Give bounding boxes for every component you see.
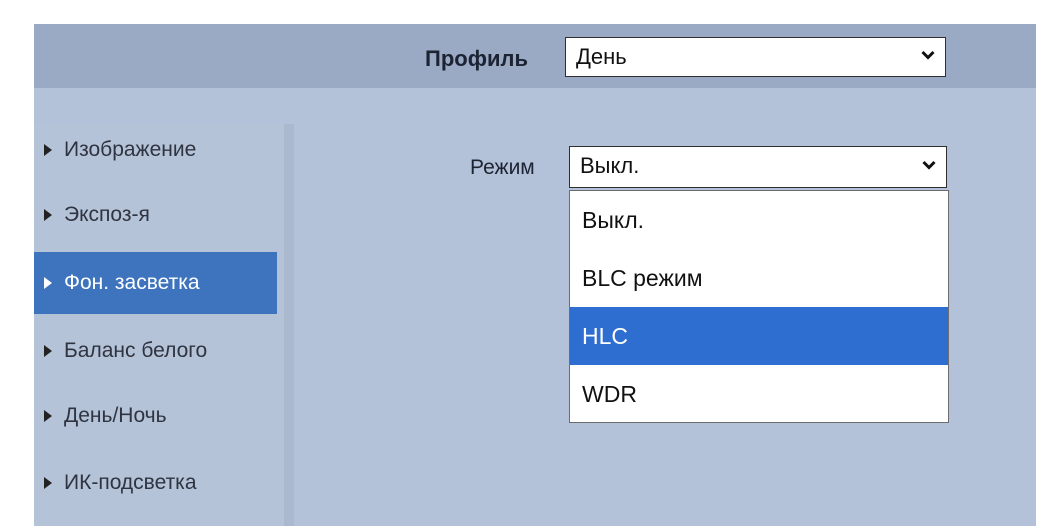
triangle-right-icon bbox=[44, 209, 52, 221]
sidebar-item-white-balance[interactable]: Баланс белого bbox=[34, 320, 277, 382]
sidebar-item-label: Изображение bbox=[64, 138, 197, 161]
mode-option-wdr[interactable]: WDR bbox=[570, 365, 948, 423]
sidebar-item-label: День/Ночь bbox=[64, 404, 167, 427]
mode-select-value: Выкл. bbox=[580, 153, 640, 178]
mode-option-blc[interactable]: BLC режим bbox=[570, 249, 948, 307]
mode-option-hlc[interactable]: HLC bbox=[570, 307, 948, 365]
chevron-down-icon bbox=[922, 158, 936, 172]
sidebar-item-ir-light[interactable]: ИК-подсветка bbox=[34, 452, 277, 514]
sidebar-item-exposure[interactable]: Экспоз-я bbox=[34, 184, 277, 246]
triangle-right-icon bbox=[44, 277, 52, 289]
triangle-right-icon bbox=[44, 345, 52, 357]
sidebar-item-image[interactable]: Изображение bbox=[34, 119, 277, 181]
mode-select[interactable]: Выкл. bbox=[569, 146, 947, 188]
profile-select-value: День bbox=[576, 44, 627, 69]
sidebar-item-day-night[interactable]: День/Ночь bbox=[34, 385, 277, 447]
triangle-right-icon bbox=[44, 144, 52, 156]
triangle-right-icon bbox=[44, 477, 52, 489]
mode-option-off[interactable]: Выкл. bbox=[570, 191, 948, 249]
sidebar-item-backlight[interactable]: Фон. засветка bbox=[34, 252, 277, 314]
profile-label: Профиль bbox=[425, 46, 528, 71]
sidebar-item-label: Экспоз-я bbox=[64, 203, 150, 226]
mode-label: Режим bbox=[470, 156, 535, 179]
profile-select[interactable]: День bbox=[565, 37, 946, 77]
sidebar-item-label: Баланс белого bbox=[64, 339, 208, 362]
sidebar-item-label: Фон. засветка bbox=[64, 271, 200, 294]
chevron-down-icon bbox=[921, 48, 935, 62]
mode-dropdown-list: Выкл. BLC режим HLC WDR bbox=[569, 190, 949, 423]
triangle-right-icon bbox=[44, 410, 52, 422]
sidebar-item-label: ИК-подсветка bbox=[64, 471, 197, 494]
